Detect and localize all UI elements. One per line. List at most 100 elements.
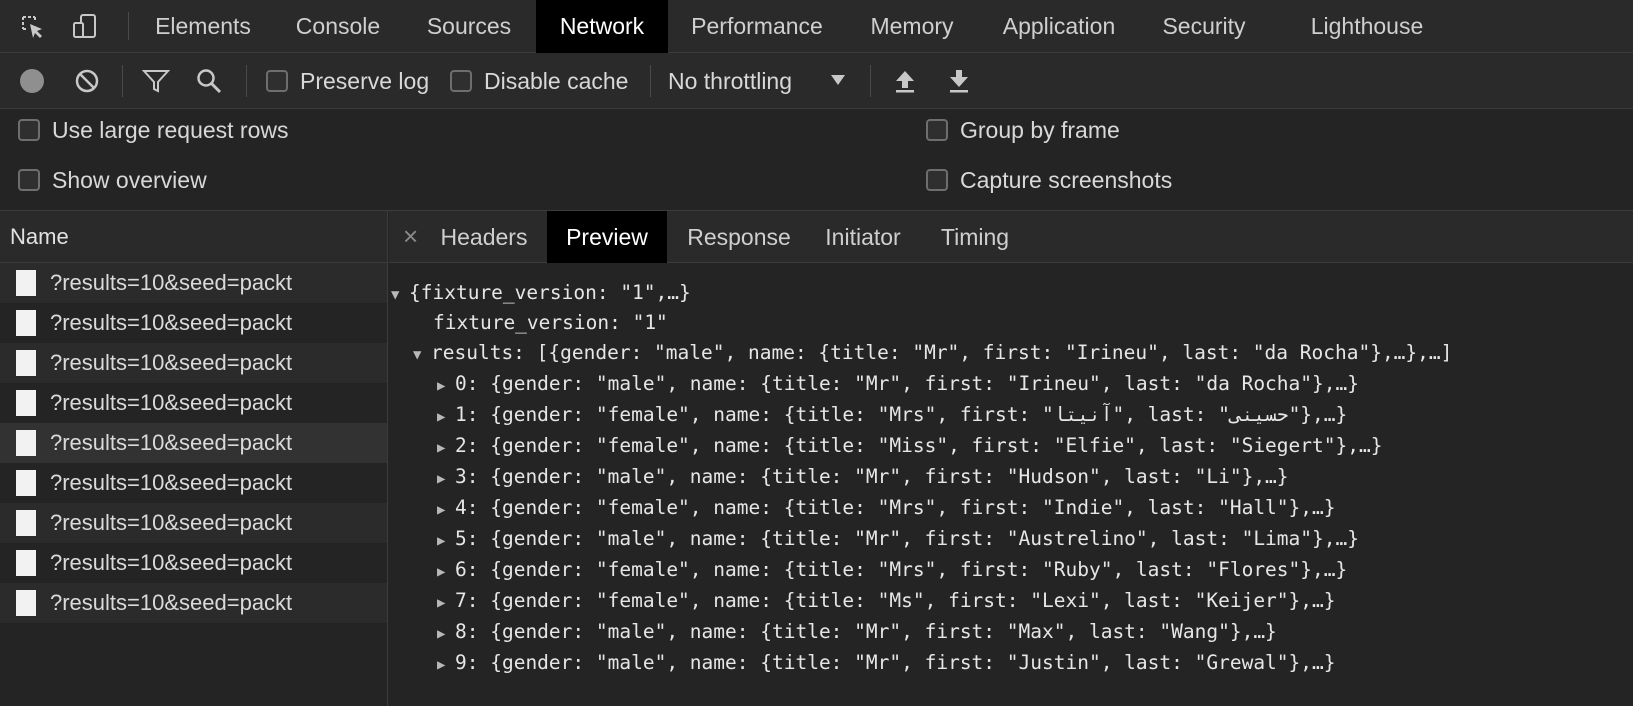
collapse-triangle-icon[interactable]: ▼: [391, 281, 409, 309]
toolbar-divider: [122, 65, 123, 97]
tree-item-text: 3: {gender: "male", name: {title: "Mr", …: [455, 465, 1289, 488]
request-row[interactable]: ?results=10&seed=packt: [0, 463, 387, 503]
disable-cache-checkbox[interactable]: Disable cache: [450, 53, 628, 109]
expand-triangle-icon[interactable]: ▶: [437, 434, 455, 462]
tree-item-text: 7: {gender: "female", name: {title: "Ms"…: [455, 589, 1336, 612]
network-toolbar: Preserve log Disable cache No throttling: [0, 53, 1633, 109]
throttling-select[interactable]: No throttling: [668, 53, 852, 109]
detail-tab-bar: × Headers Preview Response Initiator Tim…: [389, 211, 1633, 263]
document-icon: [16, 590, 36, 616]
request-row[interactable]: ?results=10&seed=packt: [0, 303, 387, 343]
large-rows-box[interactable]: [18, 119, 40, 141]
preserve-log-label: Preserve log: [300, 67, 430, 94]
tab-initiator[interactable]: Initiator: [813, 211, 913, 263]
expand-triangle-icon[interactable]: ▶: [437, 496, 455, 524]
tree-item[interactable]: ▶ 7: {gender: "female", name: {title: "Ms…: [437, 587, 1336, 615]
inspect-icon[interactable]: [18, 12, 48, 42]
document-icon: [16, 430, 36, 456]
request-row[interactable]: ?results=10&seed=packt: [0, 263, 387, 303]
document-icon: [16, 550, 36, 576]
group-by-frame-checkbox[interactable]: Group by frame: [926, 115, 1120, 145]
tree-item[interactable]: ▶ 0: {gender: "male", name: {title: "Mr",…: [437, 370, 1359, 398]
request-list-panel: Name ?results=10&seed=packt ?results=10&…: [0, 211, 388, 706]
tree-item[interactable]: ▶ 2: {gender: "female", name: {title: "Mi…: [437, 432, 1382, 460]
expand-triangle-icon[interactable]: ▶: [437, 465, 455, 493]
tab-response[interactable]: Response: [677, 211, 801, 263]
expand-triangle-icon[interactable]: ▶: [437, 651, 455, 679]
expand-triangle-icon[interactable]: ▶: [437, 558, 455, 586]
expand-triangle-icon[interactable]: ▶: [437, 527, 455, 555]
tab-sources[interactable]: Sources: [410, 0, 528, 53]
tree-item-text: 2: {gender: "female", name: {title: "Mis…: [455, 434, 1383, 457]
expand-triangle-icon[interactable]: ▶: [437, 403, 455, 431]
device-toggle-icon[interactable]: [70, 12, 100, 42]
tab-headers[interactable]: Headers: [429, 211, 539, 263]
group-by-frame-box[interactable]: [926, 119, 948, 141]
toolbar-divider: [246, 65, 247, 97]
request-name: ?results=10&seed=packt: [50, 390, 293, 415]
request-name: ?results=10&seed=packt: [50, 590, 293, 615]
tree-item[interactable]: ▶ 3: {gender: "male", name: {title: "Mr",…: [437, 463, 1289, 491]
request-row[interactable]: ?results=10&seed=packt: [0, 583, 387, 623]
tab-application[interactable]: Application: [986, 0, 1132, 53]
tree-item-text: 1: {gender: "female", name: {title: "Mrs…: [455, 403, 1348, 426]
tree-item[interactable]: ▶ 9: {gender: "male", name: {title: "Mr",…: [437, 649, 1336, 677]
import-har-icon[interactable]: [892, 53, 918, 109]
tree-item-text: 9: {gender: "male", name: {title: "Mr", …: [455, 651, 1336, 674]
export-har-icon[interactable]: [946, 53, 972, 109]
tree-item[interactable]: ▶ 4: {gender: "female", name: {title: "Mr…: [437, 494, 1336, 522]
large-rows-checkbox[interactable]: Use large request rows: [18, 115, 289, 145]
request-row-selected[interactable]: ?results=10&seed=packt: [0, 423, 387, 463]
tree-root[interactable]: ▼ {fixture_version: "1",…}: [391, 279, 691, 307]
request-name: ?results=10&seed=packt: [50, 510, 293, 535]
close-icon[interactable]: ×: [403, 211, 418, 263]
record-icon[interactable]: [18, 53, 46, 109]
request-row[interactable]: ?results=10&seed=packt: [0, 383, 387, 423]
show-overview-label: Show overview: [52, 166, 207, 193]
request-name: ?results=10&seed=packt: [50, 430, 293, 455]
toolbar-divider: [650, 65, 651, 97]
preserve-log-box[interactable]: [266, 70, 288, 92]
tab-elements[interactable]: Elements: [140, 0, 266, 53]
disable-cache-box[interactable]: [450, 70, 472, 92]
expand-triangle-icon[interactable]: ▶: [437, 620, 455, 648]
request-row[interactable]: ?results=10&seed=packt: [0, 543, 387, 583]
collapse-triangle-icon[interactable]: ▼: [413, 341, 431, 369]
tree-item-text: 0: {gender: "male", name: {title: "Mr", …: [455, 372, 1359, 395]
request-row[interactable]: ?results=10&seed=packt: [0, 503, 387, 543]
tab-preview[interactable]: Preview: [547, 211, 667, 263]
tab-timing[interactable]: Timing: [929, 211, 1021, 263]
large-rows-label: Use large request rows: [52, 116, 289, 143]
toolbar-divider: [870, 65, 871, 97]
clear-icon[interactable]: [74, 53, 100, 109]
filter-icon[interactable]: [142, 53, 170, 109]
request-row[interactable]: ?results=10&seed=packt: [0, 343, 387, 383]
json-preview-tree: ▼ {fixture_version: "1",…} fixture_versio…: [389, 263, 1633, 706]
tree-node-results[interactable]: ▼ results: [{gender: "male", name: {title…: [413, 339, 1452, 367]
tree-item-text: 8: {gender: "male", name: {title: "Mr", …: [455, 620, 1277, 643]
devtools-tab-bar: Elements Console Sources Network Perform…: [0, 0, 1633, 53]
capture-screenshots-checkbox[interactable]: Capture screenshots: [926, 165, 1172, 195]
preserve-log-checkbox[interactable]: Preserve log: [266, 53, 429, 109]
tree-item[interactable]: ▶ 1: {gender: "female", name: {title: "Mr…: [437, 401, 1347, 429]
tree-node-fixture-version: fixture_version: "1": [433, 311, 668, 334]
tab-security[interactable]: Security: [1148, 0, 1260, 53]
tab-console[interactable]: Console: [280, 0, 396, 53]
tree-item[interactable]: ▶ 5: {gender: "male", name: {title: "Mr",…: [437, 525, 1359, 553]
dropdown-arrow-icon: [831, 75, 845, 85]
tab-bar-divider: [128, 12, 129, 40]
expand-triangle-icon[interactable]: ▶: [437, 589, 455, 617]
tab-performance[interactable]: Performance: [676, 0, 838, 53]
expand-triangle-icon[interactable]: ▶: [437, 372, 455, 400]
capture-screenshots-box[interactable]: [926, 169, 948, 191]
show-overview-box[interactable]: [18, 169, 40, 191]
tab-lighthouse[interactable]: Lighthouse: [1294, 0, 1440, 53]
tab-network[interactable]: Network: [536, 0, 668, 53]
show-overview-checkbox[interactable]: Show overview: [18, 165, 207, 195]
tree-item[interactable]: ▶ 8: {gender: "male", name: {title: "Mr",…: [437, 618, 1277, 646]
tab-memory[interactable]: Memory: [854, 0, 970, 53]
tree-item[interactable]: ▶ 6: {gender: "female", name: {title: "Mr…: [437, 556, 1347, 584]
search-icon[interactable]: [196, 53, 222, 109]
name-column-header[interactable]: Name: [0, 211, 387, 263]
request-name: ?results=10&seed=packt: [50, 310, 293, 335]
